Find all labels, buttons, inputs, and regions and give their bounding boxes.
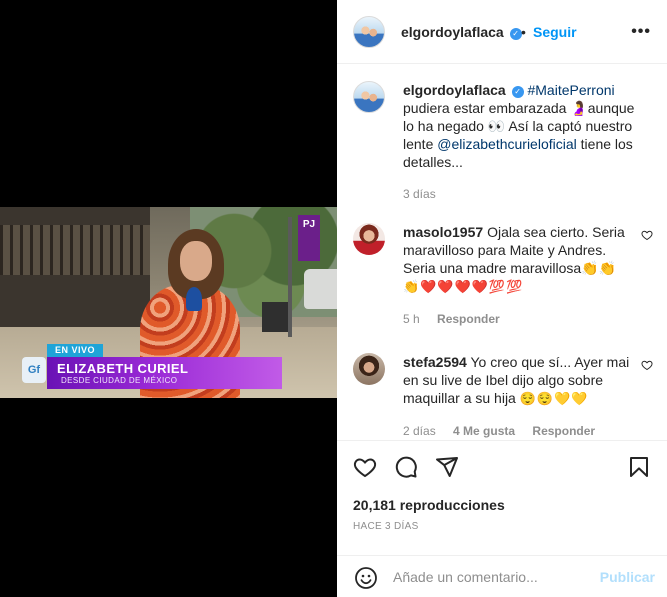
share-send-icon[interactable] xyxy=(435,455,459,479)
author-username[interactable]: elgordoylaflaca xyxy=(401,24,504,40)
like-comment-heart-icon[interactable] xyxy=(641,229,653,241)
comment-body: masolo1957 Ojala sea cierto. Seria marav… xyxy=(403,223,635,328)
like-comment-heart-icon[interactable] xyxy=(641,359,653,371)
mention-link[interactable]: @elizabethcurieloficial xyxy=(437,136,577,152)
comment-like-count[interactable]: 4 Me gusta xyxy=(453,424,515,438)
add-comment-bar: Publicar xyxy=(337,555,667,597)
caption-username[interactable]: elgordoylaflaca xyxy=(403,82,506,98)
commenter-avatar[interactable] xyxy=(353,353,385,385)
video-street-pole xyxy=(288,217,292,337)
live-badge: EN VIVO xyxy=(47,344,104,357)
post-comment-button[interactable]: Publicar xyxy=(600,569,655,585)
video-balcony-railing xyxy=(0,225,150,275)
name-plate: ELIZABETH CURIEL DESDE CIUDAD DE MÉXICO xyxy=(47,357,282,389)
commenter-username[interactable]: stefa2594 xyxy=(403,354,467,370)
channel-logo: PJ xyxy=(298,215,320,261)
author-avatar[interactable] xyxy=(353,16,385,48)
instagram-post-modal: PJ EN VIVO Gf ELIZABETH CURIEL DESDE CIU… xyxy=(0,0,667,597)
caption-author-avatar[interactable] xyxy=(353,81,385,113)
comments-list[interactable]: elgordoylaflaca ✓ #MaitePerroni pudiera … xyxy=(337,65,667,439)
verified-badge-icon: ✓ xyxy=(509,28,522,40)
like-heart-icon[interactable] xyxy=(353,455,377,479)
video-player[interactable]: PJ EN VIVO Gf ELIZABETH CURIEL DESDE CIU… xyxy=(0,207,337,398)
comment-time[interactable]: 2 días xyxy=(403,424,436,438)
caption-meta: 3 días xyxy=(403,185,635,203)
hashtag-link[interactable]: #MaitePerroni xyxy=(527,82,614,98)
more-options-icon[interactable]: ••• xyxy=(631,23,651,41)
comment-time[interactable]: 5 h xyxy=(403,312,420,326)
save-bookmark-icon[interactable] xyxy=(627,455,651,479)
commenter-avatar[interactable] xyxy=(353,223,385,255)
verified-badge-icon: ✓ xyxy=(511,86,524,98)
post-panel: elgordoylaflaca ✓ • Seguir ••• elgordoyl… xyxy=(337,0,667,597)
comment-emojis: 👏❤️❤️❤️❤️💯💯 xyxy=(403,279,524,294)
separator-dot: • xyxy=(521,24,526,40)
reply-button[interactable]: Responder xyxy=(532,424,595,438)
video-parked-car xyxy=(304,269,337,309)
comment-body: stefa2594 Yo creo que sí... Ayer mai en … xyxy=(403,353,635,439)
comment-meta: 2 días 4 Me gusta Responder xyxy=(403,422,635,439)
comment-bubble-icon[interactable] xyxy=(394,455,418,479)
reporter-name: ELIZABETH CURIEL xyxy=(57,361,189,376)
video-bench xyxy=(262,302,288,332)
caption-text: elgordoylaflaca ✓ #MaitePerroni pudiera … xyxy=(403,81,635,203)
post-actions: 20,181 reproducciones HACE 3 DÍAS Public… xyxy=(337,440,667,596)
media-pane[interactable]: PJ EN VIVO Gf ELIZABETH CURIEL DESDE CIU… xyxy=(0,0,337,597)
author-username-link[interactable]: elgordoylaflaca ✓ xyxy=(401,24,522,40)
reply-button[interactable]: Responder xyxy=(437,312,500,326)
caption-time[interactable]: 3 días xyxy=(403,187,436,201)
view-count[interactable]: 20,181 reproducciones xyxy=(353,497,505,513)
comment-emojis: 😌😌💛💛 xyxy=(519,391,589,406)
follow-button[interactable]: Seguir xyxy=(533,24,577,40)
post-date[interactable]: HACE 3 DÍAS xyxy=(353,521,419,532)
lower-third: EN VIVO Gf ELIZABETH CURIEL DESDE CIUDAD… xyxy=(0,341,337,398)
commenter-username[interactable]: masolo1957 xyxy=(403,224,483,240)
comment-meta: 5 h Responder xyxy=(403,310,635,328)
microphone-icon xyxy=(186,287,202,311)
emoji-smiley-icon[interactable] xyxy=(354,566,378,590)
video-reporter-face xyxy=(180,241,212,281)
show-logo: Gf xyxy=(22,357,46,383)
comment-input[interactable] xyxy=(393,566,593,588)
reporter-location: DESDE CIUDAD DE MÉXICO xyxy=(61,376,178,385)
post-header: elgordoylaflaca ✓ • Seguir ••• xyxy=(337,0,667,64)
